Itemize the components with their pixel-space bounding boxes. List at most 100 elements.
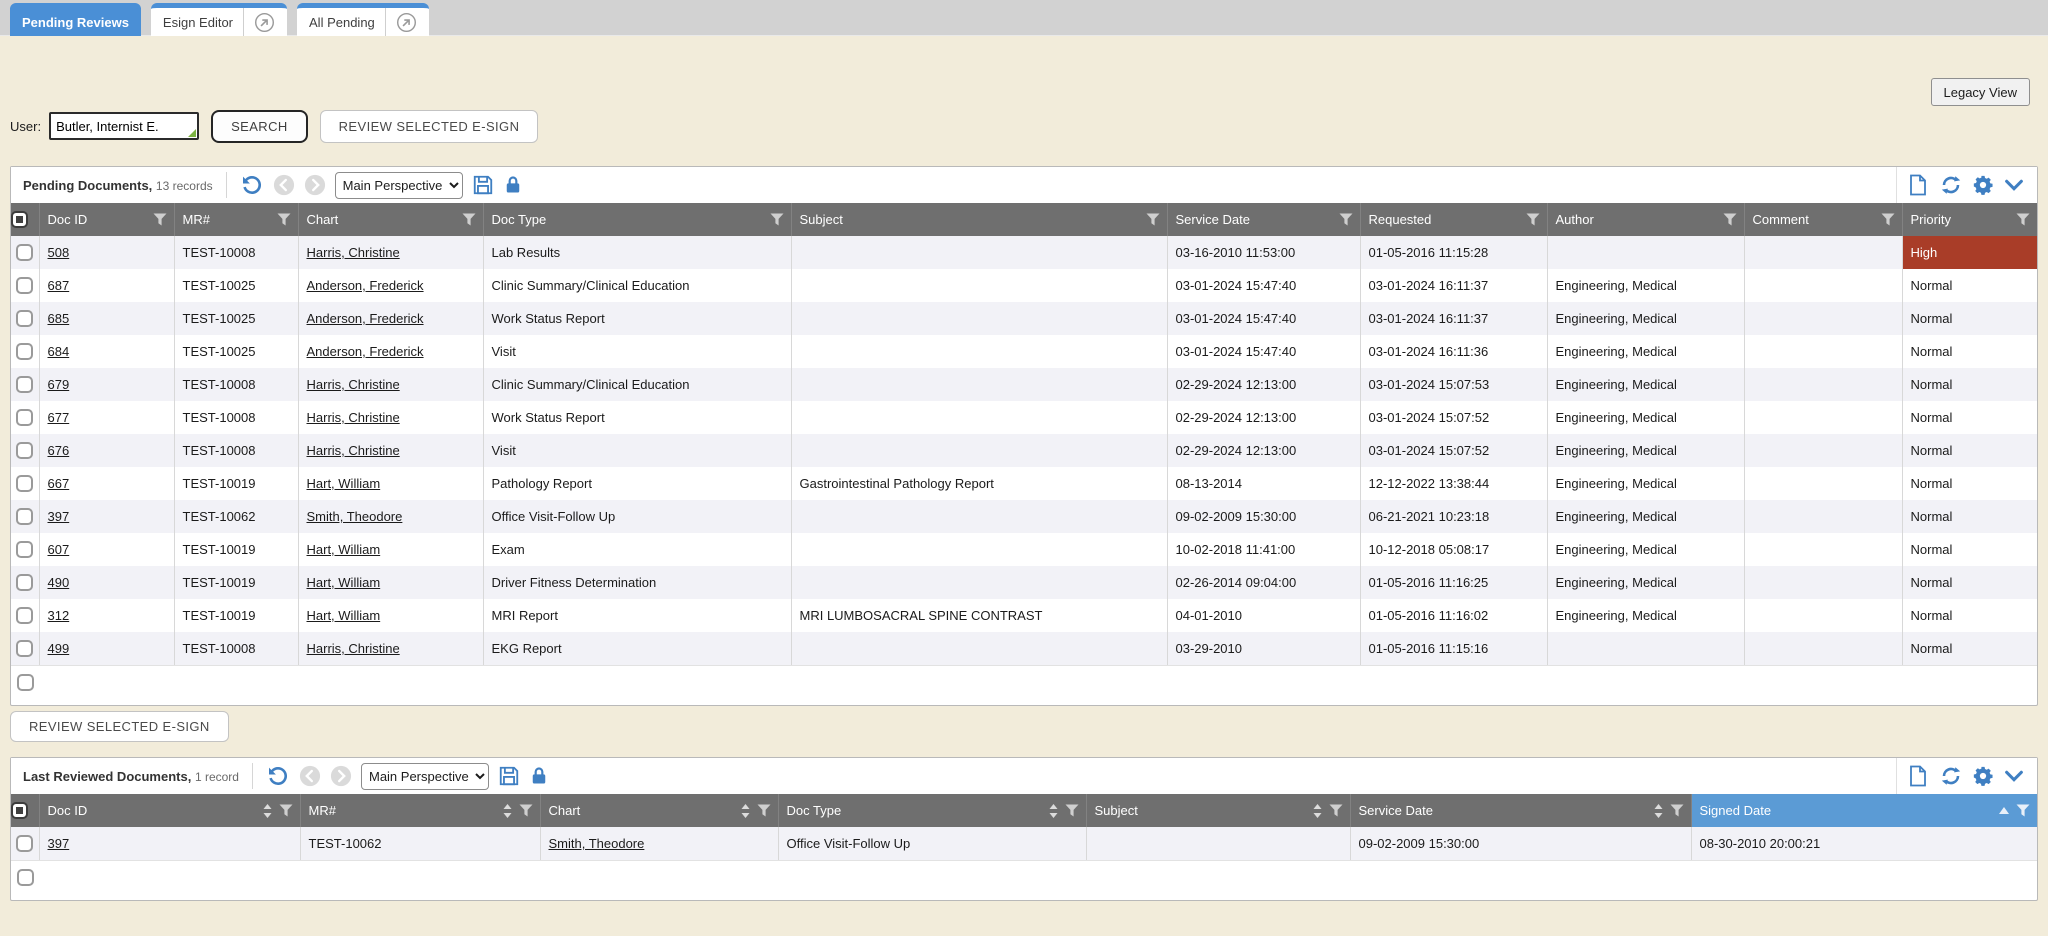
chart-link[interactable]: Harris, Christine xyxy=(307,443,400,458)
column-header[interactable]: Doc ID xyxy=(39,794,300,827)
perspective-select[interactable]: Main Perspective xyxy=(361,763,489,790)
external-open-icon[interactable] xyxy=(243,8,275,36)
tab[interactable]: Pending Reviews xyxy=(10,3,141,36)
filter-icon[interactable] xyxy=(1670,804,1684,817)
chart-link[interactable]: Smith, Theodore xyxy=(307,509,403,524)
next-circle-icon[interactable] xyxy=(304,174,326,196)
sort-arrows-icon[interactable] xyxy=(1313,804,1322,818)
chart-link[interactable]: Anderson, Frederick xyxy=(307,278,424,293)
new-document-icon[interactable] xyxy=(1906,764,1930,788)
row-checkbox[interactable] xyxy=(16,343,33,360)
doc-id-link[interactable]: 312 xyxy=(48,608,70,623)
sort-arrows-icon[interactable] xyxy=(503,804,512,818)
chart-link[interactable]: Anderson, Frederick xyxy=(307,311,424,326)
column-header[interactable]: Requested xyxy=(1360,203,1547,236)
chart-link[interactable]: Hart, William xyxy=(307,476,381,491)
settings-gear-icon[interactable] xyxy=(1972,765,1994,787)
collapse-chevron-icon[interactable] xyxy=(2003,174,2025,196)
filter-icon[interactable] xyxy=(757,804,771,817)
review-selected-esign-button-bottom[interactable]: REVIEW SELECTED E-SIGN xyxy=(10,711,229,742)
undo-icon[interactable] xyxy=(240,173,264,197)
column-header[interactable]: Service Date xyxy=(1167,203,1360,236)
table-row[interactable]: 607 TEST-10019 Hart, William Exam 10-02-… xyxy=(11,533,2037,566)
new-document-icon[interactable] xyxy=(1906,173,1930,197)
filter-icon[interactable] xyxy=(277,213,291,226)
doc-id-link[interactable]: 667 xyxy=(48,476,70,491)
external-open-icon[interactable] xyxy=(385,8,417,36)
filter-icon[interactable] xyxy=(2016,804,2030,817)
row-checkbox[interactable] xyxy=(16,541,33,558)
chart-link[interactable]: Smith, Theodore xyxy=(549,836,645,851)
doc-id-link[interactable]: 676 xyxy=(48,443,70,458)
table-row[interactable]: 499 TEST-10008 Harris, Christine EKG Rep… xyxy=(11,632,2037,665)
table-row[interactable]: 684 TEST-10025 Anderson, Frederick Visit… xyxy=(11,335,2037,368)
table-row[interactable]: 667 TEST-10019 Hart, William Pathology R… xyxy=(11,467,2037,500)
legacy-view-button[interactable]: Legacy View xyxy=(1931,78,2030,106)
filter-icon[interactable] xyxy=(2016,213,2030,226)
doc-id-link[interactable]: 397 xyxy=(48,836,70,851)
save-perspective-icon[interactable] xyxy=(498,765,520,787)
lock-icon[interactable] xyxy=(503,175,523,195)
sort-arrows-icon[interactable] xyxy=(263,804,272,818)
column-header[interactable]: Chart xyxy=(540,794,778,827)
doc-id-link[interactable]: 490 xyxy=(48,575,70,590)
next-circle-icon[interactable] xyxy=(330,765,352,787)
row-checkbox[interactable] xyxy=(16,475,33,492)
save-perspective-icon[interactable] xyxy=(472,174,494,196)
table-row[interactable]: 676 TEST-10008 Harris, Christine Visit 0… xyxy=(11,434,2037,467)
chart-link[interactable]: Hart, William xyxy=(307,542,381,557)
table-row[interactable]: 312 TEST-10019 Hart, William MRI Report … xyxy=(11,599,2037,632)
filter-icon[interactable] xyxy=(153,213,167,226)
review-selected-esign-button-top[interactable]: REVIEW SELECTED E-SIGN xyxy=(320,110,539,143)
doc-id-link[interactable]: 679 xyxy=(48,377,70,392)
filter-icon[interactable] xyxy=(1329,804,1343,817)
table-row[interactable]: 687 TEST-10025 Anderson, Frederick Clini… xyxy=(11,269,2037,302)
row-checkbox[interactable] xyxy=(17,674,34,691)
chart-link[interactable]: Harris, Christine xyxy=(307,377,400,392)
perspective-select[interactable]: Main Perspective xyxy=(335,172,463,199)
select-all-checkbox[interactable] xyxy=(11,802,28,819)
settings-gear-icon[interactable] xyxy=(1972,174,1994,196)
table-row[interactable]: 685 TEST-10025 Anderson, Frederick Work … xyxy=(11,302,2037,335)
doc-id-link[interactable]: 677 xyxy=(48,410,70,425)
row-checkbox[interactable] xyxy=(16,442,33,459)
filter-icon[interactable] xyxy=(462,213,476,226)
column-header[interactable]: Service Date xyxy=(1350,794,1691,827)
table-row[interactable]: 679 TEST-10008 Harris, Christine Clinic … xyxy=(11,368,2037,401)
lock-icon[interactable] xyxy=(529,766,549,786)
column-header[interactable]: Signed Date xyxy=(1691,794,2037,827)
refresh-icon[interactable] xyxy=(1939,173,1963,197)
doc-id-link[interactable]: 397 xyxy=(48,509,70,524)
filter-icon[interactable] xyxy=(1881,213,1895,226)
filter-icon[interactable] xyxy=(519,804,533,817)
doc-id-link[interactable]: 684 xyxy=(48,344,70,359)
row-checkbox[interactable] xyxy=(16,574,33,591)
column-header[interactable]: Subject xyxy=(791,203,1167,236)
filter-icon[interactable] xyxy=(1723,213,1737,226)
column-header[interactable]: Priority xyxy=(1902,203,2037,236)
row-checkbox[interactable] xyxy=(16,376,33,393)
chart-link[interactable]: Harris, Christine xyxy=(307,641,400,656)
undo-icon[interactable] xyxy=(266,764,290,788)
tab[interactable]: All Pending xyxy=(297,3,429,36)
column-header[interactable]: Chart xyxy=(298,203,483,236)
filter-icon[interactable] xyxy=(1339,213,1353,226)
filter-icon[interactable] xyxy=(279,804,293,817)
previous-circle-icon[interactable] xyxy=(273,174,295,196)
column-header[interactable]: Comment xyxy=(1744,203,1902,236)
table-row[interactable]: 397 TEST-10062 Smith, Theodore Office Vi… xyxy=(11,500,2037,533)
refresh-icon[interactable] xyxy=(1939,764,1963,788)
doc-id-link[interactable]: 499 xyxy=(48,641,70,656)
sort-arrows-icon[interactable] xyxy=(741,804,750,818)
row-checkbox[interactable] xyxy=(16,277,33,294)
table-row[interactable]: 397 TEST-10062 Smith, Theodore Office Vi… xyxy=(11,827,2037,860)
column-header[interactable]: MR# xyxy=(300,794,540,827)
table-row[interactable]: 490 TEST-10019 Hart, William Driver Fitn… xyxy=(11,566,2037,599)
row-checkbox[interactable] xyxy=(16,508,33,525)
search-button[interactable]: SEARCH xyxy=(211,110,308,143)
row-checkbox[interactable] xyxy=(16,835,33,852)
chart-link[interactable]: Harris, Christine xyxy=(307,410,400,425)
column-header[interactable]: Doc Type xyxy=(483,203,791,236)
filter-icon[interactable] xyxy=(1065,804,1079,817)
tab[interactable]: Esign Editor xyxy=(151,3,287,36)
